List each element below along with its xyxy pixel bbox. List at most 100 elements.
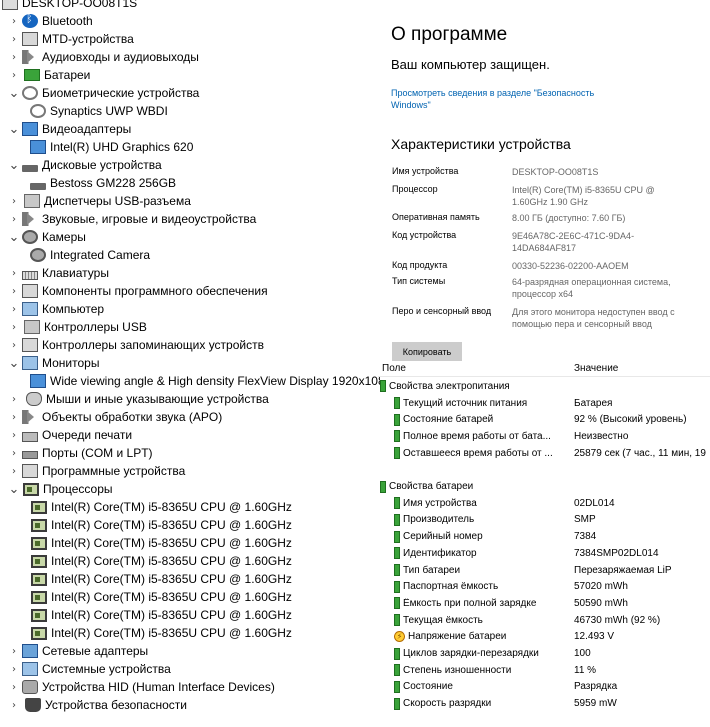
property-group-row[interactable]: Свойства батареи (378, 478, 710, 495)
property-row[interactable]: Тип батареи Перезаряжаемая LiP (378, 562, 710, 579)
chevron-down-icon[interactable]: ⌄ (8, 354, 20, 372)
device-item[interactable]: Intel(R) Core(TM) i5-8365U CPU @ 1.60GHz (28, 588, 292, 606)
device-item[interactable]: Intel(R) Core(TM) i5-8365U CPU @ 1.60GHz (28, 534, 292, 552)
device-category[interactable]: › Устройства HID (Human Interface Devices… (8, 678, 275, 696)
chevron-right-icon[interactable]: › (8, 678, 20, 696)
protection-status: Ваш компьютер защищен. (391, 57, 550, 72)
property-row[interactable]: Имя устройства 02DL014 (378, 495, 710, 512)
property-row[interactable]: Скорость разрядки 5959 mW (378, 695, 710, 712)
chevron-right-icon[interactable]: › (8, 300, 20, 318)
security-details-link[interactable]: Просмотреть сведения в разделе "Безопасн… (391, 87, 621, 111)
chevron-right-icon[interactable]: › (8, 642, 20, 660)
property-row[interactable]: Идентификатор 7384SMP02DL014 (378, 545, 710, 562)
chevron-right-icon[interactable]: › (8, 462, 20, 480)
device-category[interactable]: ⌄ Процессоры (8, 480, 113, 498)
device-category[interactable]: ⌄ Мониторы (8, 354, 100, 372)
device-category[interactable]: ⌄ Дисковые устройства (8, 156, 162, 174)
device-category[interactable]: › Системные устройства (8, 660, 171, 678)
chevron-right-icon[interactable]: › (8, 282, 20, 300)
device-item[interactable]: Intel(R) Core(TM) i5-8365U CPU @ 1.60GHz (28, 624, 292, 642)
chevron-right-icon[interactable]: › (8, 48, 20, 66)
copy-button[interactable]: Копировать (392, 342, 462, 361)
chevron-down-icon[interactable]: ⌄ (8, 120, 20, 138)
property-row[interactable]: Текущий источник питания Батарея (378, 395, 710, 412)
property-row[interactable]: Ёмкость при полной зарядке 50590 mWh (378, 595, 710, 612)
device-category[interactable]: › Порты (COM и LPT) (8, 444, 153, 462)
property-row[interactable]: Паспортная ёмкость 57020 mWh (378, 578, 710, 595)
property-row[interactable]: Состояние батарей 92 % (Высокий уровень) (378, 411, 710, 428)
device-category[interactable]: › Контроллеры USB (8, 318, 147, 336)
property-row[interactable]: Текущая ёмкость 46730 mWh (92 %) (378, 612, 710, 629)
processor-icon (31, 608, 47, 622)
device-item[interactable]: Wide viewing angle & High density FlexVi… (28, 372, 380, 390)
device-category[interactable]: › Сетевые адаптеры (8, 642, 148, 660)
chevron-right-icon[interactable]: › (8, 210, 20, 228)
tree-item-label: Wide viewing angle & High density FlexVi… (50, 374, 380, 388)
device-category[interactable]: › Мыши и иные указывающие устройства (8, 390, 269, 408)
property-name: Текущий источник питания (403, 397, 528, 409)
chevron-right-icon[interactable]: › (8, 192, 20, 210)
device-category[interactable]: › Аудиовходы и аудиовыходы (8, 48, 199, 66)
property-row[interactable]: Полное время работы от бата... Неизвестно (378, 428, 710, 445)
property-row[interactable]: Состояние Разрядка (378, 679, 710, 696)
device-category[interactable]: › Программные устройства (8, 462, 185, 480)
chevron-right-icon[interactable]: › (8, 444, 20, 462)
device-category[interactable]: › Диспетчеры USB-разъема (8, 192, 191, 210)
property-row[interactable]: Циклов зарядки-перезарядки 100 (378, 645, 710, 662)
device-category[interactable]: › Bluetooth (8, 12, 93, 30)
spec-value: 9E46A78C-2E6C-471C-9DA4-14DA684AF817 (512, 231, 635, 253)
device-category[interactable]: › Контроллеры запоминающих устройств (8, 336, 264, 354)
chevron-down-icon[interactable]: ⌄ (8, 480, 20, 498)
device-category[interactable]: › Очереди печати (8, 426, 132, 444)
chevron-right-icon[interactable]: › (8, 426, 20, 444)
column-header-field[interactable]: Поле (382, 360, 406, 376)
device-item[interactable]: Intel(R) Core(TM) i5-8365U CPU @ 1.60GHz (28, 606, 292, 624)
property-row[interactable]: ⚡ Напряжение батареи 12.493 V (378, 629, 710, 646)
device-category[interactable]: › Компьютер (8, 300, 104, 318)
device-category[interactable]: › Клавиатуры (8, 264, 109, 282)
tree-item-label: Компоненты программного обеспечения (42, 284, 268, 298)
property-value: Батарея (574, 397, 613, 409)
device-item[interactable]: Intel(R) Core(TM) i5-8365U CPU @ 1.60GHz (28, 516, 292, 534)
device-item[interactable]: Intel(R) Core(TM) i5-8365U CPU @ 1.60GHz (28, 570, 292, 588)
device-category[interactable]: ⌄ Биометрические устройства (8, 84, 200, 102)
device-category[interactable]: › Компоненты программного обеспечения (8, 282, 268, 300)
usb-icon (24, 320, 40, 334)
device-category[interactable]: › Батареи (8, 66, 90, 84)
property-name: Имя устройства (403, 497, 477, 509)
device-category[interactable]: › Объекты обработки звука (APO) (8, 408, 222, 426)
chevron-right-icon[interactable]: › (8, 12, 20, 30)
property-row[interactable]: Оставшееся время работы от ... 25879 сек … (378, 445, 710, 462)
device-item[interactable]: Integrated Camera (28, 246, 150, 264)
device-item[interactable]: Intel(R) Core(TM) i5-8365U CPU @ 1.60GHz (28, 498, 292, 516)
chevron-right-icon[interactable]: › (8, 390, 20, 408)
device-item[interactable]: Intel(R) Core(TM) i5-8365U CPU @ 1.60GHz (28, 552, 292, 570)
processor-icon (31, 518, 47, 532)
property-row[interactable]: Производитель SMP (378, 512, 710, 529)
chevron-right-icon[interactable]: › (8, 66, 20, 84)
chevron-right-icon[interactable]: › (8, 408, 20, 426)
property-row[interactable]: Степень изношенности 11 % (378, 662, 710, 679)
chevron-right-icon[interactable]: › (8, 696, 20, 714)
device-item[interactable]: Intel(R) UHD Graphics 620 (28, 138, 193, 156)
device-item[interactable]: Bestoss GM228 256GB (28, 174, 176, 192)
property-row[interactable]: Серийный номер 7384 (378, 528, 710, 545)
chevron-right-icon[interactable]: › (8, 660, 20, 678)
device-category[interactable]: ⌄ Камеры (8, 228, 86, 246)
chevron-right-icon[interactable]: › (8, 318, 20, 336)
chevron-down-icon[interactable]: ⌄ (8, 228, 20, 246)
chevron-down-icon[interactable]: ⌄ (8, 84, 20, 102)
device-category[interactable]: ⌄ Видеоадаптеры (8, 120, 132, 138)
chevron-right-icon[interactable]: › (8, 30, 20, 48)
column-header-value[interactable]: Значение (574, 360, 618, 376)
chevron-right-icon[interactable]: › (8, 336, 20, 354)
device-category[interactable]: › Звуковые, игровые и видеоустройства (8, 210, 256, 228)
device-category[interactable]: › MTD-устройства (8, 30, 134, 48)
chevron-down-icon[interactable]: ⌄ (8, 156, 20, 174)
computer-root[interactable]: DESKTOP-OO08T1S (0, 0, 137, 12)
property-group-row[interactable]: Свойства электропитания (378, 378, 710, 395)
device-category[interactable]: › Устройства безопасности (8, 696, 187, 714)
device-item[interactable]: Synaptics UWP WBDI (28, 102, 168, 120)
display-icon (22, 122, 38, 136)
chevron-right-icon[interactable]: › (8, 264, 20, 282)
